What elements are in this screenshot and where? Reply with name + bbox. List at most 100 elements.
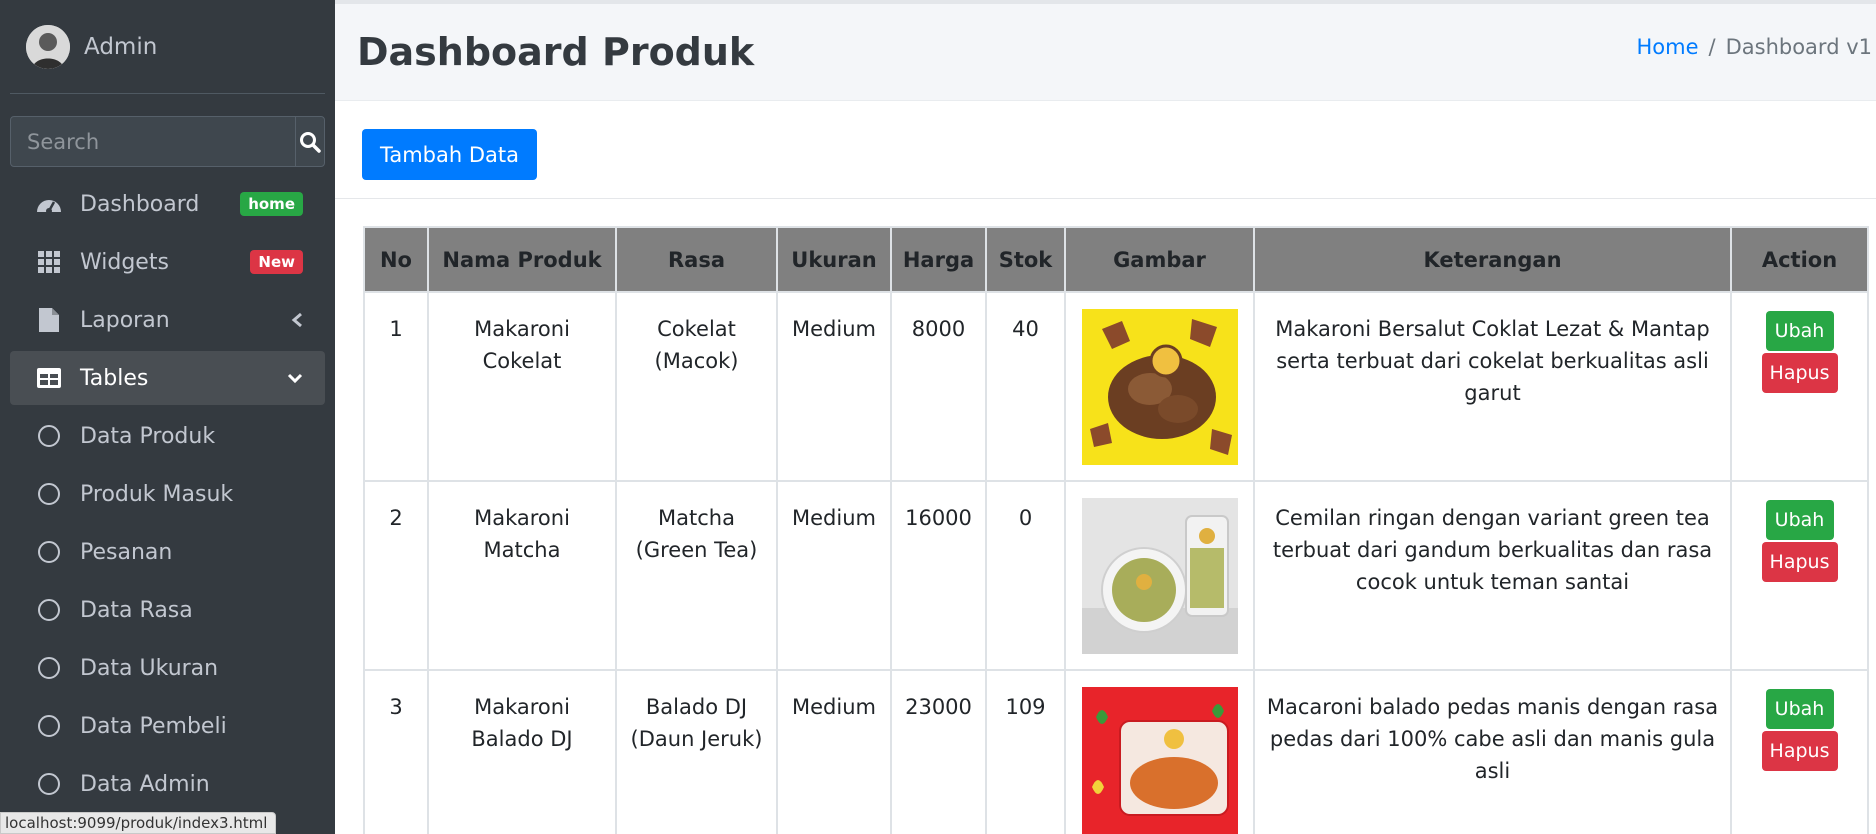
circle-icon [34,421,64,451]
sidebar-item-dashboard[interactable]: Dashboard home [10,177,325,231]
nama-line: Makaroni [474,317,570,341]
sidebar-item-tables[interactable]: Tables [10,351,325,405]
circle-icon [34,479,64,509]
sidebar-subitem-label: Data Rasa [80,597,193,623]
column-header: Nama Produk [427,226,617,293]
sidebar-nav: Dashboard home Widgets New Laporan Table… [0,177,335,811]
cell-stok: 40 [985,291,1066,482]
product-image-cokelat [1081,309,1238,465]
breadcrumb-separator: / [1708,35,1716,59]
table-row: 1 Makaroni Cokelat Cokelat (Macok) Medium … [363,291,1869,482]
column-header: Stok [985,226,1066,293]
breadcrumb-home-link[interactable]: Home [1637,35,1699,59]
search-button[interactable] [295,117,324,166]
column-header: No [363,226,429,293]
product-card: Tambah Data No Nama Produk Rasa Ukuran H… [335,100,1876,834]
cell-keterangan: Macaroni balado pedas manis dengan rasa p… [1253,669,1732,834]
cell-harga: 23000 [890,669,987,834]
cell-nama-produk: Makaroni Matcha [427,480,617,671]
table-icon [34,363,64,393]
sidebar-subitem-label: Data Admin [80,771,210,797]
cell-rasa: Cokelat (Macok) [615,291,778,482]
sidebar-search [10,116,325,167]
sidebar-subitem-label: Data Ukuran [80,655,219,681]
nama-line: Makaroni [474,695,570,719]
column-header: Ukuran [776,226,892,293]
user-name[interactable]: Admin [84,34,157,60]
circle-icon [34,711,64,741]
sidebar-item-data-ukuran[interactable]: Data Ukuran [10,641,325,695]
user-avatar[interactable] [26,24,70,69]
cell-stok: 109 [985,669,1066,834]
search-input[interactable] [11,117,295,166]
cell-nama-produk: Makaroni Balado DJ [427,669,617,834]
sidebar-item-pesanan[interactable]: Pesanan [10,525,325,579]
sidebar-item-widgets[interactable]: Widgets New [10,235,325,289]
cell-stok: 0 [985,480,1066,671]
cell-action: Ubah Hapus [1730,669,1869,834]
delete-button[interactable]: Hapus [1761,731,1838,771]
sidebar-item-label: Laporan [80,307,170,333]
edit-button[interactable]: Ubah [1765,311,1834,351]
delete-button[interactable]: Hapus [1761,542,1838,582]
breadcrumb: Home / Dashboard v1 [1637,35,1876,59]
product-table: No Nama Produk Rasa Ukuran Harga Stok Ga… [363,226,1869,834]
cell-ukuran: Medium [776,669,892,834]
circle-icon [34,595,64,625]
keterangan-line: cocok untuk teman santai [1355,570,1630,594]
sidebar-item-data-admin[interactable]: Data Admin [10,757,325,811]
sidebar-subitem-label: Data Produk [80,423,216,449]
column-header: Rasa [615,226,778,293]
cell-harga: 16000 [890,480,987,671]
keterangan-line: terbuat dari gandum berkualitas dan rasa [1272,538,1713,562]
rasa-line: (Green Tea) [635,538,758,562]
table-row: 3 Makaroni Balado DJ Balado DJ (Daun Jeruk… [363,669,1869,834]
add-data-button[interactable]: Tambah Data [362,129,538,180]
keterangan-line: pedas dari 100% cabe asli dan manis gula… [1269,727,1716,783]
rasa-line: Balado DJ [645,695,748,719]
sidebar-item-label: Tables [80,365,149,391]
sidebar-item-laporan[interactable]: Laporan [10,293,325,347]
rasa-line: (Daun Jeruk) [630,727,763,751]
circle-icon [34,653,64,683]
home-badge: home [240,192,303,216]
cell-rasa: Balado DJ (Daun Jeruk) [615,669,778,834]
cell-action: Ubah Hapus [1730,291,1869,482]
sidebar-subitem-label: Produk Masuk [80,481,234,507]
card-header: Tambah Data [335,101,1876,199]
sidebar-item-data-rasa[interactable]: Data Rasa [10,583,325,637]
keterangan-line: Macaroni balado pedas manis dengan rasa [1266,695,1719,719]
file-icon [34,305,64,335]
table-header-row: No Nama Produk Rasa Ukuran Harga Stok Ga… [363,226,1869,293]
rasa-line: (Macok) [654,349,739,373]
edit-button[interactable]: Ubah [1765,500,1834,540]
page-title: Dashboard Produk [357,30,755,74]
cell-gambar [1064,291,1255,482]
chevron-left-icon [291,312,302,328]
status-bar-url: localhost:9099/produk/index3.html [0,812,277,834]
cell-rasa: Matcha (Green Tea) [615,480,778,671]
content-header: Dashboard Produk Home / Dashboard v1 [335,0,1876,100]
main-content: Dashboard Produk Home / Dashboard v1 Tam… [335,0,1876,834]
sidebar-item-data-pembeli[interactable]: Data Pembeli [10,699,325,753]
nama-line: Balado DJ [471,727,573,751]
breadcrumb-current: Dashboard v1 [1725,35,1872,59]
sidebar-subitem-label: Data Pembeli [80,713,227,739]
delete-button[interactable]: Hapus [1761,353,1838,393]
cell-no: 3 [363,669,429,834]
edit-button[interactable]: Ubah [1765,689,1834,729]
sidebar: Admin Dashboard home [0,0,335,834]
sidebar-item-label: Widgets [80,249,169,275]
cell-keterangan: Cemilan ringan dengan variant green tea t… [1253,480,1732,671]
cell-action: Ubah Hapus [1730,480,1869,671]
sidebar-item-produk-masuk[interactable]: Produk Masuk [10,467,325,521]
cell-no: 1 [363,291,429,482]
cell-keterangan: Makaroni Bersalut Coklat Lezat & Mantap s… [1253,291,1732,482]
sidebar-item-data-produk[interactable]: Data Produk [10,409,325,463]
rasa-line: Matcha [658,506,735,530]
column-header: Keterangan [1253,226,1732,293]
user-panel[interactable]: Admin [10,0,325,94]
table-row: 2 Makaroni Matcha Matcha (Green Tea) Mediu… [363,480,1869,671]
new-badge: New [250,250,303,274]
nama-line: Matcha [483,538,561,562]
